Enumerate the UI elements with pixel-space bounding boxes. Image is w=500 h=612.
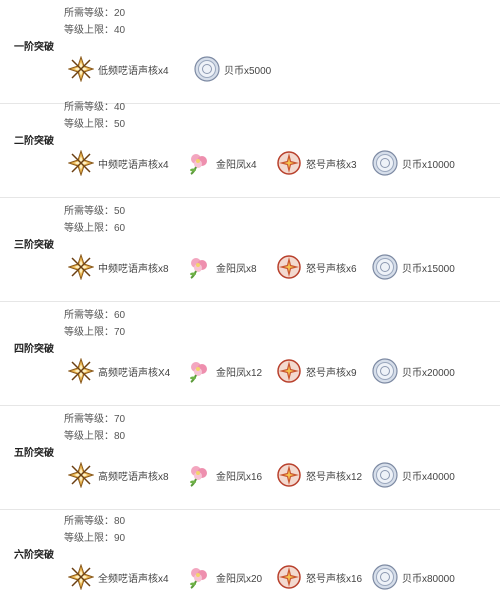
material-label: 贝币x5000: [224, 65, 272, 77]
level-cap-text: 等级上限：70: [64, 327, 126, 338]
material-label: 贝币x10000: [402, 159, 455, 171]
material-item[interactable]: 全频呓语声核x4: [68, 562, 169, 592]
star-core-icon: [68, 254, 94, 280]
material-label: 怒号声核x6: [306, 263, 357, 275]
material-label: 高频呓语声核X4: [98, 367, 171, 379]
materials-list: 高频呓语声核X4 金阳凤x12 怒号声核x9 贝币x20000: [64, 356, 500, 386]
materials-list: 中频呓语声核x8 金阳凤x8 怒号声核x6 贝币x15000: [64, 252, 500, 282]
material-label: 金阳凤x20: [216, 573, 263, 585]
material-item[interactable]: 怒号声核x12: [276, 460, 362, 490]
flower-icon: [186, 358, 212, 384]
level-cap-text: 等级上限：80: [64, 431, 126, 442]
material-item[interactable]: 贝币x15000: [372, 252, 455, 282]
shell-coin-icon: [372, 150, 398, 176]
material-item[interactable]: 金阳凤x20: [186, 562, 262, 592]
material-item[interactable]: 贝币x40000: [372, 460, 455, 490]
material-label: 贝币x40000: [402, 471, 455, 483]
material-item[interactable]: 高频呓语声核x8: [68, 460, 169, 490]
material-label: 中频呓语声核x4: [98, 159, 169, 171]
stage-label: 六阶突破: [14, 550, 54, 561]
roar-core-icon: [276, 150, 302, 176]
star-core-icon: [68, 56, 94, 82]
material-label: 贝币x15000: [402, 263, 455, 275]
stage-label: 三阶突破: [14, 240, 54, 251]
level-cap-text: 等级上限：60: [64, 223, 126, 234]
material-item[interactable]: 低频呓语声核x4: [68, 54, 169, 84]
breakthrough-row: 所需等级：60 等级上限：70 四阶突破 高频呓语声核X4 金阳凤x12 怒号声核x9 贝币…: [0, 302, 500, 406]
star-core-icon: [68, 462, 94, 488]
level-cap-text: 等级上限：50: [64, 119, 126, 130]
shell-coin-icon: [372, 564, 398, 590]
material-item[interactable]: 高频呓语声核X4: [68, 356, 170, 386]
star-core-icon: [68, 358, 94, 384]
stage-label: 五阶突破: [14, 448, 54, 459]
breakthrough-row: 所需等级：80 等级上限：90 六阶突破 全频呓语声核x4 金阳凤x20 怒号声核x16 贝…: [0, 508, 500, 612]
material-label: 中频呓语声核x8: [98, 263, 169, 275]
shell-coin-icon: [194, 56, 220, 82]
star-core-icon: [68, 150, 94, 176]
material-label: 金阳凤x16: [216, 471, 263, 483]
stage-label: 二阶突破: [14, 136, 54, 147]
material-item[interactable]: 金阳凤x4: [186, 148, 257, 178]
material-label: 高频呓语声核x8: [98, 471, 169, 483]
material-label: 低频呓语声核x4: [98, 65, 169, 77]
breakthrough-table: 所需等级：20 等级上限：40 一阶突破 低频呓语声核x4 贝币x5000 所需等级：40…: [0, 0, 500, 600]
material-label: 金阳凤x12: [216, 367, 263, 379]
material-item[interactable]: 贝币x20000: [372, 356, 455, 386]
roar-core-icon: [276, 254, 302, 280]
roar-core-icon: [276, 358, 302, 384]
materials-list: 高频呓语声核x8 金阳凤x16 怒号声核x12 贝币x40000: [64, 460, 500, 490]
material-item[interactable]: 怒号声核x6: [276, 252, 357, 282]
star-core-icon: [68, 564, 94, 590]
material-label: 贝币x80000: [402, 573, 455, 585]
materials-list: 低频呓语声核x4 贝币x5000: [64, 54, 500, 84]
material-label: 金阳凤x8: [216, 263, 257, 275]
material-item[interactable]: 贝币x5000: [194, 54, 271, 84]
material-item[interactable]: 中频呓语声核x8: [68, 252, 169, 282]
level-cap-text: 等级上限：40: [64, 25, 126, 36]
material-label: 怒号声核x16: [306, 573, 363, 585]
materials-list: 全频呓语声核x4 金阳凤x20 怒号声核x16 贝币x80000: [64, 562, 500, 592]
material-label: 金阳凤x4: [216, 159, 257, 171]
flower-icon: [186, 462, 212, 488]
stage-label: 一阶突破: [14, 42, 54, 53]
material-item[interactable]: 中频呓语声核x4: [68, 148, 169, 178]
material-label: 全频呓语声核x4: [98, 573, 169, 585]
material-label: 怒号声核x3: [306, 159, 357, 171]
stage-label: 四阶突破: [14, 344, 54, 355]
shell-coin-icon: [372, 358, 398, 384]
material-item[interactable]: 怒号声核x9: [276, 356, 357, 386]
flower-icon: [186, 254, 212, 280]
material-item[interactable]: 贝币x80000: [372, 562, 455, 592]
breakthrough-row: 所需等级：70 等级上限：80 五阶突破 高频呓语声核x8 金阳凤x16 怒号声核x12 贝…: [0, 406, 500, 510]
breakthrough-row: 所需等级：50 等级上限：60 三阶突破 中频呓语声核x8 金阳凤x8 怒号声核x6 贝币x…: [0, 198, 500, 302]
material-item[interactable]: 金阳凤x12: [186, 356, 262, 386]
breakthrough-row: 所需等级：20 等级上限：40 一阶突破 低频呓语声核x4 贝币x5000: [0, 0, 500, 104]
roar-core-icon: [276, 564, 302, 590]
shell-coin-icon: [372, 462, 398, 488]
material-item[interactable]: 怒号声核x3: [276, 148, 357, 178]
breakthrough-row: 所需等级：40 等级上限：50 二阶突破 中频呓语声核x4 金阳凤x4 怒号声核x3 贝币x…: [0, 94, 500, 198]
roar-core-icon: [276, 462, 302, 488]
shell-coin-icon: [372, 254, 398, 280]
material-item[interactable]: 金阳凤x8: [186, 252, 257, 282]
material-item[interactable]: 贝币x10000: [372, 148, 455, 178]
level-cap-text: 等级上限：90: [64, 533, 126, 544]
material-label: 怒号声核x12: [306, 471, 363, 483]
flower-icon: [186, 564, 212, 590]
materials-list: 中频呓语声核x4 金阳凤x4 怒号声核x3 贝币x10000: [64, 148, 500, 178]
material-item[interactable]: 怒号声核x16: [276, 562, 362, 592]
material-item[interactable]: 金阳凤x16: [186, 460, 262, 490]
material-label: 怒号声核x9: [306, 367, 357, 379]
flower-icon: [186, 150, 212, 176]
material-label: 贝币x20000: [402, 367, 455, 379]
